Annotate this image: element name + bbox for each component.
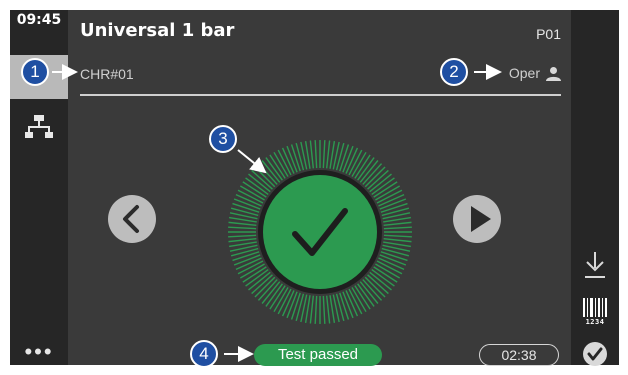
- burst-ray: [232, 251, 260, 262]
- burst-ray: [322, 140, 326, 169]
- program-number: P01: [536, 26, 561, 42]
- burst-ray: [228, 226, 257, 230]
- burst-ray: [290, 292, 301, 320]
- burst-ray: [232, 202, 260, 213]
- chevron-left-icon: [123, 205, 139, 233]
- play-right-icon: [471, 206, 491, 232]
- header-divider: [80, 94, 561, 96]
- callout-1: 1: [21, 58, 49, 86]
- burst-ray: [380, 251, 408, 262]
- network-icon[interactable]: [25, 114, 53, 140]
- burst-ray: [339, 144, 350, 172]
- barcode-bars: [583, 298, 607, 317]
- burst-ray: [228, 234, 257, 238]
- test-timer: 02:38: [479, 344, 559, 366]
- burst-ray: [325, 295, 331, 324]
- burst-ray: [322, 295, 326, 324]
- next-button[interactable]: [453, 195, 501, 243]
- burst-ray: [309, 140, 315, 169]
- download-icon[interactable]: [583, 250, 607, 280]
- burst-ray: [228, 237, 257, 243]
- operator-label: Oper: [508, 65, 540, 81]
- result-indicator: [228, 140, 412, 324]
- program-title: Universal 1 bar: [80, 20, 235, 41]
- callout-2: 2: [440, 58, 468, 86]
- confirm-check-icon: [587, 347, 603, 361]
- burst-ray: [383, 234, 412, 238]
- more-menu-icon[interactable]: •••: [10, 341, 68, 363]
- barcode-icon[interactable]: 1234: [579, 298, 611, 326]
- burst-ray: [383, 226, 412, 230]
- burst-ray: [325, 140, 331, 169]
- barcode-text: 1234: [585, 318, 605, 326]
- main-panel: Universal 1 bar P01 CHR#01 Oper Test pas…: [68, 10, 571, 366]
- clock: 09:45: [16, 12, 62, 28]
- status-badge: Test passed: [254, 344, 382, 366]
- burst-ray: [228, 221, 257, 227]
- burst-ray: [383, 237, 412, 243]
- right-toolbar: 1234: [571, 10, 619, 366]
- callout-3: 3: [209, 125, 237, 153]
- burst-ray: [383, 221, 412, 227]
- burst-ray: [290, 144, 301, 172]
- burst-ray: [314, 295, 318, 324]
- burst-ray: [314, 140, 318, 169]
- callout-4: 4: [190, 340, 218, 368]
- burst-ray: [309, 295, 315, 324]
- confirm-button[interactable]: [583, 342, 607, 366]
- burst-ray: [380, 202, 408, 213]
- burst-ray: [339, 292, 350, 320]
- screen-frame: 09:45 ••• Universal 1 bar P01 CHR#01 Ope…: [0, 0, 628, 375]
- previous-button[interactable]: [108, 195, 156, 243]
- user-icon: [546, 66, 561, 81]
- channel-label: CHR#01: [80, 66, 134, 82]
- operator-info[interactable]: Oper: [509, 65, 561, 81]
